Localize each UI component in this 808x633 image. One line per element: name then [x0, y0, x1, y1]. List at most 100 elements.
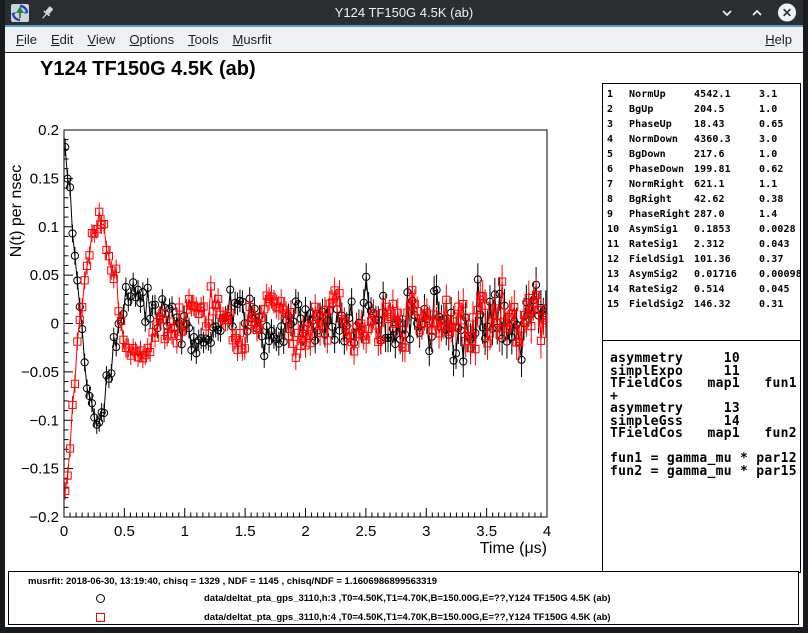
menu-help[interactable]: Help — [758, 27, 799, 52]
param-row-PhaseRight: 9PhaseRight287.01.4 — [607, 207, 800, 222]
legend-row: data/deltat_pta_gps_3110,h:4 ,T0=4.50K,T… — [9, 612, 798, 624]
svg-text:3: 3 — [422, 523, 430, 540]
param-error: 0.37 — [759, 252, 800, 267]
y-axis-title: N(t) per nsec — [8, 165, 25, 257]
param-row-BgDown: 5BgDown217.61.0 — [607, 147, 800, 162]
param-row-FieldSig2: 15FieldSig2146.320.31 — [607, 297, 800, 312]
menubar: FileEditViewOptionsToolsMusrfit Help — [5, 27, 803, 53]
menu-view[interactable]: View — [80, 27, 122, 52]
param-no: 2 — [607, 102, 629, 117]
param-row-AsymSig2: 13AsymSig20.017160.00098 — [607, 267, 800, 282]
legend-label: data/deltat_pta_gps_3110,h:4 ,T0=4.50K,T… — [204, 612, 611, 623]
musrfit-window: Y124 TF150G 4.5K (ab) FileEditViewOption… — [0, 0, 808, 633]
fit-output-box[interactable]: 1NormUp4542.13.12BgUp204.51.03PhaseUp18.… — [602, 83, 801, 573]
svg-text:0: 0 — [51, 316, 59, 333]
root-logo-icon — [11, 4, 29, 22]
param-row-NormUp: 1NormUp4542.13.1 — [607, 87, 800, 102]
param-name: FieldSig1 — [629, 252, 694, 267]
series-squares[interactable] — [62, 203, 550, 500]
param-error: 0.62 — [759, 162, 800, 177]
param-error: 3.1 — [759, 87, 800, 102]
param-name: NormUp — [629, 87, 694, 102]
svg-text:0: 0 — [60, 523, 68, 540]
svg-text:2: 2 — [301, 523, 309, 540]
param-error: 0.65 — [759, 117, 800, 132]
svg-text:3.5: 3.5 — [476, 523, 497, 540]
param-row-NormRight: 7NormRight621.11.1 — [607, 177, 800, 192]
param-name: NormDown — [629, 132, 694, 147]
param-row-BgRight: 8BgRight42.620.38 — [607, 192, 800, 207]
param-value: 4542.1 — [694, 87, 759, 102]
svg-text:−0.15: −0.15 — [21, 461, 59, 478]
param-name: NormRight — [629, 177, 694, 192]
menu-edit[interactable]: Edit — [44, 27, 80, 52]
param-row-FieldSig1: 12FieldSig1101.360.37 — [607, 252, 800, 267]
param-name: BgUp — [629, 102, 694, 117]
svg-text:4: 4 — [543, 523, 551, 540]
param-name: PhaseRight — [629, 207, 694, 222]
param-value: 0.514 — [694, 282, 759, 297]
menu-file[interactable]: File — [9, 27, 44, 52]
param-no: 7 — [607, 177, 629, 192]
param-error: 1.0 — [759, 102, 800, 117]
open-square-icon — [96, 613, 105, 622]
param-error: 0.045 — [759, 282, 800, 297]
titlebar[interactable]: Y124 TF150G 4.5K (ab) — [5, 0, 803, 27]
param-value: 101.36 — [694, 252, 759, 267]
param-no: 9 — [607, 207, 629, 222]
param-row-PhaseDown: 6PhaseDown199.810.62 — [607, 162, 800, 177]
svg-text:−0.1: −0.1 — [29, 412, 59, 429]
param-error: 0.00098 — [759, 267, 800, 282]
param-no: 6 — [607, 162, 629, 177]
param-name: AsymSig2 — [629, 267, 694, 282]
param-error: 1.4 — [759, 207, 800, 222]
axes — [64, 130, 547, 517]
param-name: FieldSig2 — [629, 297, 694, 312]
menu-musrfit[interactable]: Musrfit — [226, 27, 279, 52]
svg-text:0.1: 0.1 — [38, 219, 59, 236]
param-value: 204.5 — [694, 102, 759, 117]
x-axis-title: Time (μs) — [480, 540, 547, 557]
param-value: 2.312 — [694, 237, 759, 252]
param-no: 5 — [607, 147, 629, 162]
theory-block[interactable]: asymmetry 10 simplExpo 11 TFieldCos map1… — [603, 341, 800, 478]
param-row-AsymSig1: 10AsymSig10.18530.0028 — [607, 222, 800, 237]
param-row-RateSig1: 11RateSig12.3120.043 — [607, 237, 800, 252]
svg-text:1.5: 1.5 — [235, 523, 256, 540]
info-legend-box[interactable]: musrfit: 2018-06-30, 13:19:40, chisq = 1… — [8, 571, 799, 625]
menu-options[interactable]: Options — [122, 27, 181, 52]
parameter-table[interactable]: 1NormUp4542.13.12BgUp204.51.03PhaseUp18.… — [603, 84, 800, 341]
svg-text:0.05: 0.05 — [30, 267, 59, 284]
param-name: BgDown — [629, 147, 694, 162]
close-button[interactable] — [777, 3, 797, 23]
param-row-NormDown: 4NormDown4360.33.0 — [607, 132, 800, 147]
svg-text:0.15: 0.15 — [30, 170, 59, 187]
canvas-area: 00.511.522.533.540.20.150.10.050−0.05−0.… — [5, 53, 803, 627]
svg-text:1: 1 — [181, 523, 189, 540]
chevron-down-icon — [719, 5, 735, 21]
param-name: RateSig1 — [629, 237, 694, 252]
svg-text:−0.05: −0.05 — [21, 364, 59, 381]
svg-text:0.5: 0.5 — [114, 523, 135, 540]
param-name: PhaseUp — [629, 117, 694, 132]
pin-icon[interactable] — [38, 4, 56, 22]
minimize-button[interactable] — [717, 3, 737, 23]
param-value: 621.1 — [694, 177, 759, 192]
param-error: 0.38 — [759, 192, 800, 207]
param-value: 0.01716 — [694, 267, 759, 282]
series-circles[interactable] — [62, 138, 550, 433]
chevron-up-icon — [749, 5, 765, 21]
param-row-PhaseUp: 3PhaseUp18.430.65 — [607, 117, 800, 132]
window-controls — [717, 3, 797, 23]
param-error: 1.0 — [759, 147, 800, 162]
window-title: Y124 TF150G 4.5K (ab) — [5, 5, 803, 20]
menu-tools[interactable]: Tools — [181, 27, 225, 52]
param-name: BgRight — [629, 192, 694, 207]
maximize-button[interactable] — [747, 3, 767, 23]
param-value: 287.0 — [694, 207, 759, 222]
param-error: 0.043 — [759, 237, 800, 252]
param-no: 3 — [607, 117, 629, 132]
param-value: 4360.3 — [694, 132, 759, 147]
plot-canvas[interactable]: 00.511.522.533.540.20.150.10.050−0.05−0.… — [5, 53, 603, 571]
plot-frame — [64, 130, 547, 517]
